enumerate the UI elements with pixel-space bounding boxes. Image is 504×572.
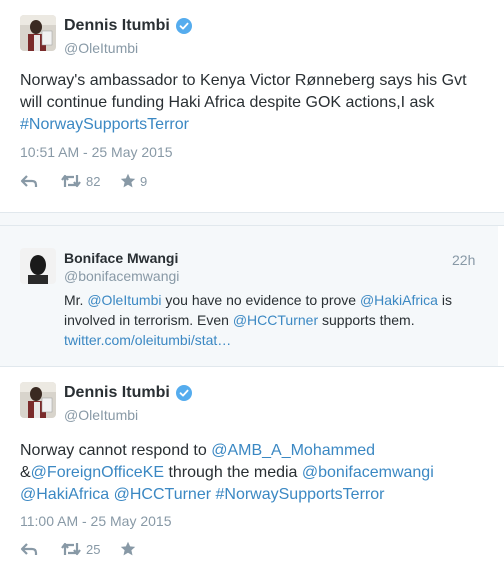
favorite-count: 9 <box>140 173 148 189</box>
retweet-icon <box>61 542 81 556</box>
favorite-button[interactable] <box>120 539 136 559</box>
retweet-count: 82 <box>86 173 101 189</box>
hashtag-link[interactable]: #NorwaySupportsTerror <box>20 116 189 133</box>
author-handle[interactable]: @OleItumbi <box>64 407 138 423</box>
mention-link[interactable]: @HakiAfrica <box>360 292 438 308</box>
retweet-icon <box>61 174 81 188</box>
retweet-button[interactable]: 82 <box>60 171 100 191</box>
tweet-actions: 25 <box>20 539 220 559</box>
favorite-icon <box>120 173 136 188</box>
avatar[interactable] <box>20 15 56 51</box>
author-name[interactable]: Dennis Itumbi <box>64 384 170 402</box>
favorite-icon <box>120 541 136 556</box>
avatar[interactable] <box>20 248 56 284</box>
reply-text-plain: you have no evidence to prove <box>161 292 360 308</box>
avatar[interactable] <box>20 382 56 418</box>
mention-link[interactable]: @bonifacemwangi <box>302 464 434 481</box>
reply-text-plain: supports them. <box>318 312 415 328</box>
reply-button[interactable] <box>20 539 38 559</box>
tweet-actions: 82 9 <box>20 171 220 191</box>
tweet-2: Dennis Itumbi @OleItumbi Norway cannot r… <box>0 367 498 572</box>
mention-link[interactable]: @HCCTurner <box>114 486 211 503</box>
timeline-gap <box>0 213 504 225</box>
tweet-1: Dennis Itumbi @OleItumbi Norway's ambass… <box>0 0 498 212</box>
tweet-text: Norway's ambassador to Kenya Victor Rønn… <box>20 70 482 136</box>
retweet-button[interactable]: 25 <box>60 539 100 559</box>
author-name[interactable]: Boniface Mwangi <box>64 250 178 266</box>
author-handle[interactable]: @bonifacemwangi <box>64 268 179 284</box>
retweet-count: 25 <box>86 541 101 557</box>
reply-text-plain: Mr. <box>64 292 88 308</box>
hashtag-link[interactable]: #NorwaySupportsTerror <box>216 486 385 503</box>
author-name[interactable]: Dennis Itumbi <box>64 17 170 35</box>
tweet-text: Norway cannot respond to @AMB_A_Mohammed… <box>20 440 490 506</box>
tweet-text-plain: Norway cannot respond to <box>20 442 212 459</box>
reply-tweet[interactable]: Boniface Mwangi @bonifacemwangi 22h Mr. … <box>0 226 498 366</box>
url-link[interactable]: twitter.com/oleitumbi/stat… <box>64 332 231 348</box>
mention-link[interactable]: @OleItumbi <box>87 292 161 308</box>
reply-button[interactable] <box>20 171 38 191</box>
tweet-timestamp[interactable]: 10:51 AM - 25 May 2015 <box>20 144 173 160</box>
tweet-age[interactable]: 22h <box>452 252 475 268</box>
tweet-text-plain: Norway's ambassador to Kenya Victor Rønn… <box>20 72 467 111</box>
verified-badge-icon <box>176 385 192 401</box>
mention-link[interactable]: @HCCTurner <box>233 312 318 328</box>
reply-icon <box>20 543 38 555</box>
tweet-text-plain: through the media <box>164 464 302 481</box>
tweet-timestamp[interactable]: 11:00 AM - 25 May 2015 <box>20 513 172 529</box>
mention-link[interactable]: @HakiAfrica <box>20 486 109 503</box>
reply-icon <box>20 175 38 187</box>
reply-text: Mr. @OleItumbi you have no evidence to p… <box>64 290 484 350</box>
mention-link[interactable]: @AMB_A_Mohammed <box>211 442 375 459</box>
verified-badge-icon <box>176 18 192 34</box>
favorite-button[interactable]: 9 <box>120 171 147 191</box>
author-handle[interactable]: @OleItumbi <box>64 40 138 56</box>
mention-link[interactable]: @ForeignOfficeKE <box>31 464 164 481</box>
tweet-text-plain: & <box>20 464 31 481</box>
